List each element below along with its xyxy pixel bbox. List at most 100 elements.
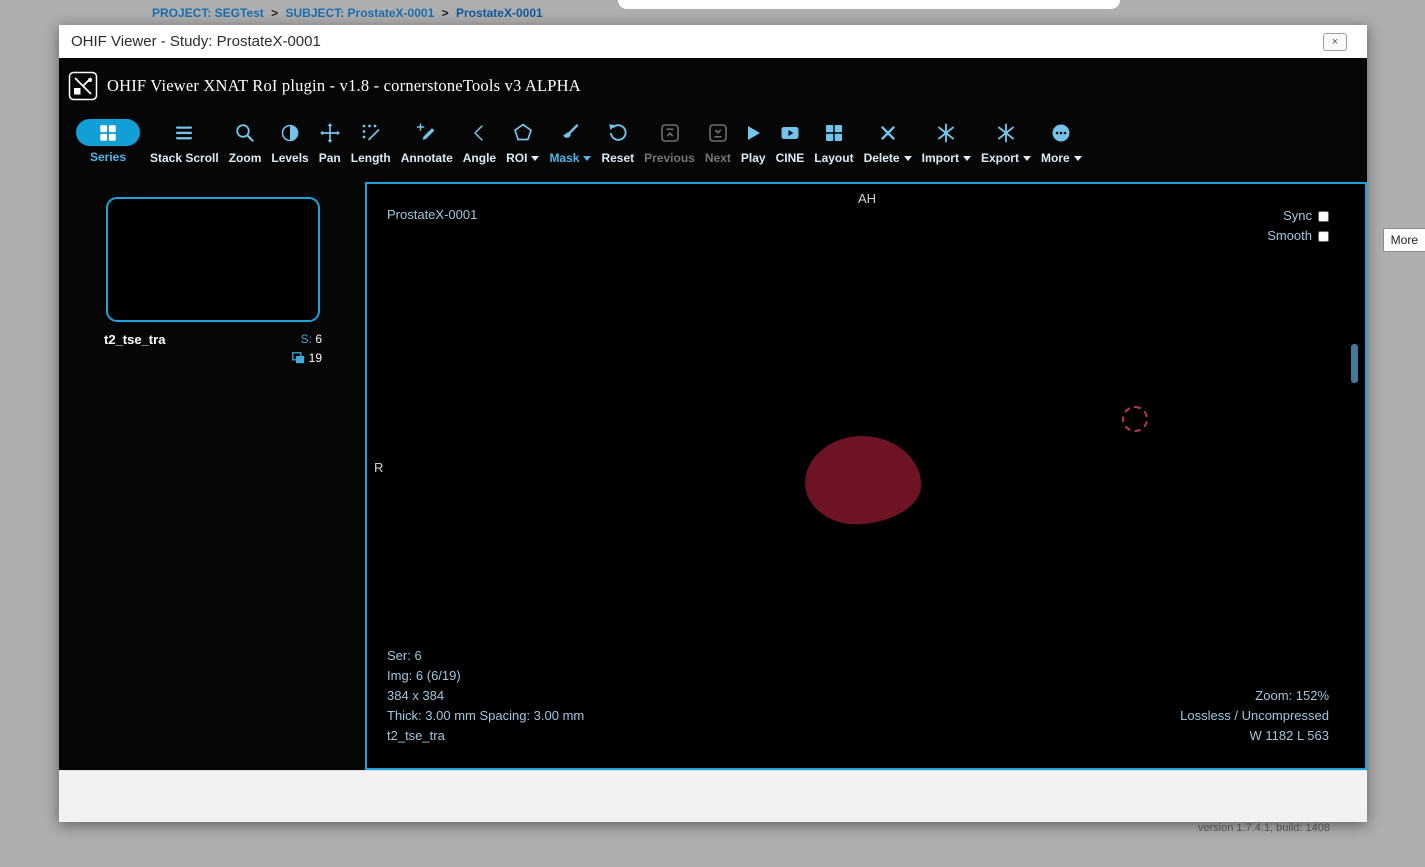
layout-grid-icon [823, 119, 845, 147]
sync-label: Sync [1283, 206, 1312, 226]
xnat-export-icon [995, 119, 1017, 147]
background-search-bar [618, 0, 1120, 9]
tool-label: Zoom [229, 151, 262, 165]
grid-icon [76, 119, 140, 146]
play-icon [742, 119, 764, 147]
tool-cine[interactable]: CINE [771, 119, 810, 165]
pentagon-icon [512, 119, 534, 147]
caret-down-icon [904, 156, 912, 161]
tool-layout[interactable]: Layout [809, 119, 858, 165]
smooth-label: Smooth [1267, 226, 1312, 246]
series-sidebar: t2_tse_tra S: 6 19 [59, 182, 365, 770]
tool-previous[interactable]: Previous [639, 119, 700, 165]
caret-down-icon [583, 156, 591, 161]
brush-icon [559, 119, 581, 147]
xnat-import-icon [935, 119, 957, 147]
tool-label: Import [922, 151, 971, 165]
image-info-overlay: Ser: 6 Img: 6 (6/19) 384 x 384 Thick: 3.… [387, 646, 584, 746]
tool-reset[interactable]: Reset [596, 119, 639, 165]
tool-label: More [1041, 151, 1082, 165]
tool-more[interactable]: More [1036, 119, 1087, 165]
tool-label: Play [741, 151, 766, 165]
next-frame-icon [707, 119, 729, 147]
series-name: t2_tse_tra [104, 332, 165, 347]
caret-down-icon [531, 156, 539, 161]
app-header: OHIF Viewer XNAT RoI plugin - v1.8 - cor… [59, 58, 1367, 113]
tool-label: ROI [506, 151, 539, 165]
tool-annotate[interactable]: Annotate [396, 119, 458, 165]
tool-roi[interactable]: ROI [501, 119, 544, 165]
tool-zoom[interactable]: Zoom [224, 119, 267, 165]
stack-scrollbar-thumb[interactable] [1351, 344, 1358, 383]
series-thumbnail[interactable] [106, 197, 320, 322]
tool-label: Previous [644, 151, 695, 165]
tool-mask[interactable]: Mask [544, 119, 596, 165]
page-more-tab[interactable]: More [1383, 228, 1425, 252]
tool-label: Export [981, 151, 1031, 165]
tool-label: Next [705, 151, 731, 165]
cine-film-icon [779, 119, 801, 147]
smooth-checkbox[interactable] [1318, 231, 1329, 242]
series-number: S: 6 [301, 332, 322, 346]
tool-label: Mask [549, 151, 591, 165]
window-footer [59, 770, 1367, 822]
tool-label: Length [351, 151, 391, 165]
roi-mask-overlay [803, 433, 923, 527]
patient-id-overlay: ProstateX-0001 [387, 207, 477, 222]
tool-label: CINE [776, 151, 805, 165]
tool-label: Stack Scroll [150, 151, 219, 165]
series-meta: t2_tse_tra S: 6 [104, 332, 322, 347]
length-ruler-icon [360, 119, 382, 147]
contrast-circle-icon [279, 119, 301, 147]
screen: PROJECT: SEGTest > SUBJECT: ProstateX-00… [0, 0, 1425, 867]
more-ellipsis-icon [1050, 119, 1072, 147]
tool-next[interactable]: Next [700, 119, 736, 165]
tool-angle[interactable]: Angle [458, 119, 501, 165]
frame-count: 19 [104, 351, 322, 367]
sync-checkbox[interactable] [1318, 211, 1329, 222]
toolbar: Series Stack Scroll Zoom [59, 113, 1367, 182]
breadcrumb-separator: > [442, 6, 449, 20]
viewer-content: OHIF Viewer XNAT RoI plugin - v1.8 - cor… [59, 58, 1367, 770]
breadcrumb-session-link[interactable]: ProstateX-0001 [456, 6, 543, 20]
breadcrumb-project-link[interactable]: PROJECT: SEGTest [152, 6, 264, 20]
previous-frame-icon [659, 119, 681, 147]
tool-export[interactable]: Export [976, 119, 1036, 165]
tool-levels[interactable]: Levels [266, 119, 313, 165]
undo-arrow-icon [607, 119, 629, 147]
tool-label: Reset [601, 151, 634, 165]
ohif-viewer-window: OHIF Viewer - Study: ProstateX-0001 × OH… [59, 25, 1367, 822]
app-title: OHIF Viewer XNAT RoI plugin - v1.8 - cor… [107, 76, 581, 96]
tool-import[interactable]: Import [917, 119, 976, 165]
close-icon[interactable]: × [1323, 33, 1347, 51]
tool-label: Levels [271, 151, 308, 165]
breadcrumb-subject-link[interactable]: SUBJECT: ProstateX-0001 [286, 6, 435, 20]
mri-image[interactable] [577, 184, 1157, 762]
pencil-plus-icon [416, 119, 438, 147]
tool-pan[interactable]: Pan [314, 119, 346, 165]
tool-label: Delete [864, 151, 912, 165]
breadcrumb-separator: > [271, 6, 278, 20]
tool-delete[interactable]: Delete [859, 119, 917, 165]
breadcrumb: PROJECT: SEGTest > SUBJECT: ProstateX-00… [152, 6, 547, 20]
tool-label: Pan [319, 151, 341, 165]
orientation-marker-top: AH [577, 191, 1157, 206]
image-viewport[interactable]: ProstateX-0001 AH R Sync Smooth [365, 182, 1367, 770]
tool-label: Angle [463, 151, 496, 165]
tool-stack-scroll[interactable]: Stack Scroll [145, 119, 224, 165]
thumbnail-mri-image [126, 204, 300, 315]
viewport-options: Sync Smooth [1267, 206, 1329, 246]
version-text: version 1.7.4.1, build: 1408 [1198, 822, 1330, 834]
tool-series[interactable]: Series [71, 119, 145, 164]
magnifier-icon [234, 119, 256, 147]
window-titlebar: OHIF Viewer - Study: ProstateX-0001 × [59, 25, 1367, 58]
caret-down-icon [1023, 156, 1031, 161]
workspace: t2_tse_tra S: 6 19 ProstateX-0001 [59, 182, 1367, 770]
caret-down-icon [1074, 156, 1082, 161]
tool-label: Layout [814, 151, 853, 165]
window-title: OHIF Viewer - Study: ProstateX-0001 [71, 33, 321, 50]
tool-play[interactable]: Play [736, 119, 771, 165]
tool-length[interactable]: Length [346, 119, 396, 165]
roi-contour-circle [1122, 406, 1148, 432]
ohif-xnat-logo-icon [67, 70, 99, 102]
